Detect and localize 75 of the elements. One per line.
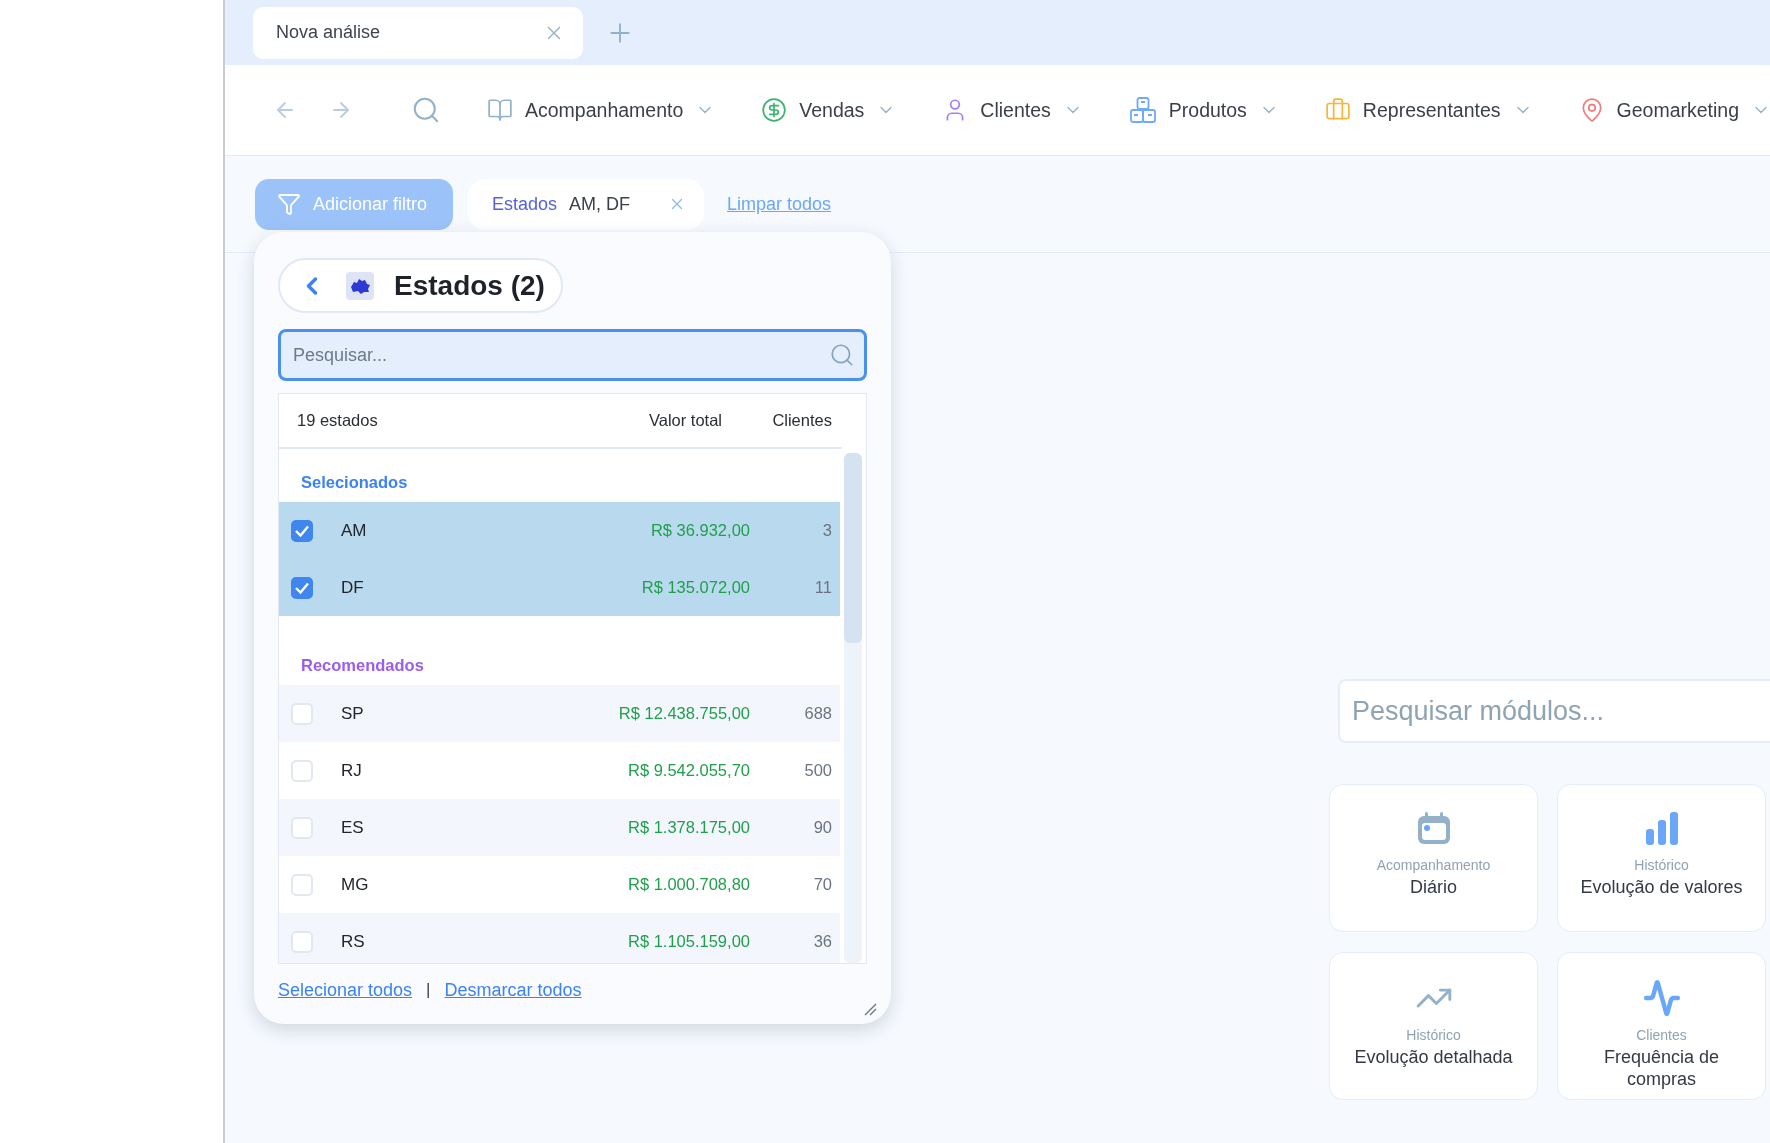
- module-title: Evolução detalhada: [1353, 1047, 1514, 1069]
- module-title: Diário: [1409, 877, 1458, 899]
- pulse-icon: [1642, 979, 1681, 1017]
- book-icon: [487, 97, 513, 123]
- module-card[interactable]: Acompanhamento Diário: [1329, 784, 1538, 932]
- module-category: Histórico: [1634, 857, 1689, 873]
- value-cell-text: R$ 1.000.708,80: [626, 875, 750, 894]
- search-button[interactable]: [411, 95, 441, 125]
- group-title: Selecionados: [300, 472, 409, 493]
- state-cell-text: RJ: [341, 760, 363, 781]
- separator: |: [426, 980, 431, 1000]
- boxes-icon: [1128, 96, 1157, 124]
- checkbox[interactable]: [291, 519, 313, 542]
- clients-cell-text: 500: [803, 761, 833, 780]
- value-cell-text: R$ 1.105.159,00: [626, 932, 750, 951]
- checkbox[interactable]: [291, 576, 313, 599]
- clients-cell-text: 688: [803, 704, 833, 723]
- column-header: Valor total: [647, 411, 723, 430]
- tab[interactable]: Nova análise: [253, 6, 583, 59]
- value-cell-text: R$ 135.072,00: [640, 578, 750, 597]
- filter-chip[interactable]: Estados AM, DF: [468, 178, 705, 230]
- filter-field: Estados: [492, 193, 558, 215]
- dollar-icon: [761, 97, 788, 123]
- scrollbar-thumb[interactable]: [844, 453, 862, 643]
- module-card[interactable]: Clientes Frequência de compras: [1557, 952, 1766, 1100]
- state-cell-text: SP: [341, 703, 365, 724]
- nav-menu[interactable]: Produtos: [1128, 96, 1279, 124]
- module-card[interactable]: Histórico Evolução detalhada: [1329, 952, 1538, 1100]
- state-cell-text: AM: [341, 520, 368, 541]
- state-row[interactable]: RS R$ 1.105.159,00 36: [279, 913, 840, 963]
- value-cell-text: R$ 1.378.175,00: [626, 818, 750, 837]
- state-cell-text: RS: [341, 931, 366, 952]
- group-title: Recomendados: [300, 655, 425, 676]
- clients-cell-text: 11: [813, 578, 833, 597]
- module-title: Evolução de valores: [1579, 877, 1744, 899]
- map-icon: [346, 271, 374, 300]
- filter-value: AM, DF: [569, 193, 631, 215]
- value-cell-text: R$ 36.932,00: [649, 521, 750, 540]
- column-header: 19 estados: [297, 411, 379, 430]
- nav-menu[interactable]: Acompanhamento: [487, 97, 716, 123]
- clients-cell-text: 90: [812, 818, 833, 837]
- module-category: Clientes: [1636, 1027, 1687, 1043]
- nav-menu[interactable]: Clientes: [942, 97, 1083, 123]
- module-category: Acompanhamento: [1376, 857, 1491, 873]
- module-title: Frequência de compras: [1602, 1047, 1721, 1091]
- bar-chart-icon: [1643, 811, 1680, 847]
- state-row[interactable]: DF R$ 135.072,00 11: [279, 559, 840, 616]
- module-search-field[interactable]: Pesquisar módulos...: [1338, 679, 1770, 743]
- select-all-link[interactable]: Selecionar todos: [278, 979, 413, 1001]
- search-icon: [829, 342, 855, 368]
- clients-cell-text: 36: [812, 932, 833, 951]
- state-cell-text: ES: [341, 817, 365, 838]
- state-cell-text: DF: [341, 577, 365, 598]
- calendar-icon: [1415, 811, 1452, 847]
- briefcase-icon: [1324, 97, 1351, 123]
- module-card[interactable]: Histórico Evolução de valores: [1557, 784, 1766, 932]
- popup-title: Estados (2): [394, 269, 545, 302]
- state-row[interactable]: SP R$ 12.438.755,00 688: [279, 685, 840, 742]
- nav-menu[interactable]: Geomarketing: [1578, 97, 1770, 123]
- clients-cell-text: 70: [812, 875, 833, 894]
- resize-handle-icon[interactable]: [863, 1002, 877, 1016]
- value-cell-text: R$ 9.542.055,70: [626, 761, 750, 780]
- state-row[interactable]: AM R$ 36.932,00 3: [279, 502, 840, 559]
- filter-icon: [277, 192, 301, 216]
- scrollbar[interactable]: [844, 453, 862, 963]
- nav-menu[interactable]: Representantes: [1324, 97, 1533, 123]
- module-category: Histórico: [1406, 1027, 1461, 1043]
- value-cell-text: R$ 12.438.755,00: [617, 704, 750, 723]
- clients-cell-text: 3: [821, 521, 833, 540]
- state-search-field[interactable]: Pesquisar...: [278, 329, 867, 381]
- state-row[interactable]: ES R$ 1.378.175,00 90: [279, 799, 840, 856]
- deselect-all-link[interactable]: Desmarcar todos: [444, 979, 582, 1001]
- nav-menu[interactable]: Vendas: [761, 97, 897, 123]
- column-header: Clientes: [771, 411, 833, 430]
- state-cell-text: MG: [341, 874, 370, 895]
